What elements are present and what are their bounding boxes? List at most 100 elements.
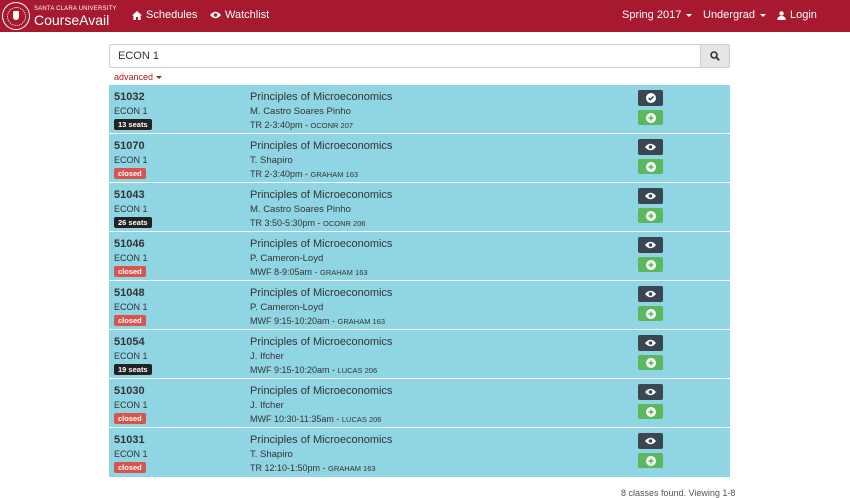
class-location: LUCAS 206	[337, 366, 378, 375]
add-to-schedule-button[interactable]	[638, 355, 663, 370]
class-title: Principles of Microeconomics	[250, 287, 393, 299]
class-time: MWF 10:30-11:35am	[250, 414, 334, 424]
class-course-code: ECON 1	[114, 302, 148, 312]
class-crn: 51032	[114, 91, 145, 103]
search-icon	[710, 51, 720, 61]
advanced-search-toggle[interactable]: advanced	[114, 72, 163, 82]
class-location: OCONR 206	[323, 219, 366, 228]
watch-button[interactable]	[638, 237, 663, 253]
nav-schedules-link[interactable]: Schedules	[132, 9, 197, 21]
term-dropdown[interactable]: Spring 2017	[622, 9, 693, 21]
plus-circle-icon	[645, 308, 656, 319]
level-dropdown[interactable]: Undergrad	[703, 9, 766, 21]
class-course-code: ECON 1	[114, 400, 148, 410]
plus-circle-icon	[645, 357, 656, 368]
nav-schedules-label: Schedules	[146, 9, 198, 21]
class-meeting-time: MWF 10:30-11:35am - LUCAS 206	[250, 414, 382, 424]
class-course-code: ECON 1	[114, 253, 148, 263]
class-meeting-time: TR 2-3:40pm - GRAHAM 163	[250, 169, 359, 179]
add-to-schedule-button[interactable]	[638, 257, 663, 272]
class-meeting-time: MWF 9:15-10:20am - GRAHAM 163	[250, 316, 386, 326]
eye-icon	[645, 143, 656, 151]
eye-icon	[645, 339, 656, 347]
class-crn: 51046	[114, 238, 145, 250]
class-instructor: M. Castro Soares Pinho	[250, 106, 351, 117]
eye-icon	[645, 437, 656, 445]
eye-icon	[645, 290, 656, 298]
class-time: MWF 8-9:05am	[250, 267, 313, 277]
class-location: GRAHAM 163	[337, 317, 386, 326]
brand-logo-link[interactable]: SANTA CLARA UNIVERSITY CourseAvail	[2, 2, 117, 30]
add-to-schedule-button[interactable]	[638, 208, 663, 223]
plus-circle-icon	[645, 406, 656, 417]
search-button[interactable]	[700, 44, 730, 68]
add-to-schedule-button[interactable]	[638, 159, 663, 174]
watch-button[interactable]	[638, 139, 663, 155]
class-course-code: ECON 1	[114, 449, 148, 459]
status-badge: 26 seats	[114, 217, 152, 228]
class-title: Principles of Microeconomics	[250, 238, 393, 250]
class-row: 51054 ECON 1 19 seats Principles of Microec…	[109, 330, 730, 379]
class-title: Principles of Microeconomics	[250, 434, 393, 446]
results-count: 8 classes found. Viewing 1-8	[621, 488, 736, 498]
class-instructor: P. Cameron-Loyd	[250, 302, 324, 313]
class-time: TR 2-3:40pm	[250, 169, 303, 179]
class-title: Principles of Microeconomics	[250, 140, 393, 152]
university-seal-icon	[2, 2, 30, 30]
class-course-code: ECON 1	[114, 204, 148, 214]
navbar: SANTA CLARA UNIVERSITY CourseAvail Sched…	[0, 0, 850, 32]
watch-button[interactable]	[638, 286, 663, 302]
watch-button[interactable]	[638, 90, 663, 106]
class-instructor: M. Castro Soares Pinho	[250, 204, 351, 215]
nav-watchlist-label: Watchlist	[225, 9, 270, 21]
class-time: MWF 9:15-10:20am	[250, 365, 330, 375]
plus-circle-icon	[645, 455, 656, 466]
class-crn: 51031	[114, 434, 145, 446]
results-list: 51032 ECON 1 13 seats Principles of Microec…	[109, 85, 730, 477]
class-location: GRAHAM 163	[328, 464, 376, 473]
class-time: TR 3:50-5:30pm	[250, 218, 316, 228]
login-label: Login	[790, 9, 817, 21]
status-badge: closed	[114, 168, 146, 179]
watch-button[interactable]	[638, 335, 663, 351]
status-badge: 19 seats	[114, 364, 152, 375]
nav-watchlist-link[interactable]: Watchlist	[210, 9, 269, 21]
class-title: Principles of Microeconomics	[250, 189, 393, 201]
class-time: TR 12:10-1:50pm	[250, 463, 321, 473]
status-badge: closed	[114, 266, 146, 277]
class-meeting-time: TR 3:50-5:30pm - OCONR 206	[250, 218, 366, 228]
class-title: Principles of Microeconomics	[250, 385, 393, 397]
class-course-code: ECON 1	[114, 351, 148, 361]
class-instructor: T. Shapiro	[250, 155, 293, 166]
search-input[interactable]	[109, 44, 700, 68]
status-badge: closed	[114, 315, 146, 326]
class-crn: 51043	[114, 189, 145, 201]
watch-button[interactable]	[638, 188, 663, 204]
plus-circle-icon	[645, 161, 656, 172]
class-time: MWF 9:15-10:20am	[250, 316, 330, 326]
brand-app-name: CourseAvail	[34, 12, 110, 28]
chevron-down-icon	[156, 75, 163, 79]
chevron-down-icon	[686, 13, 693, 17]
add-to-schedule-button[interactable]	[638, 306, 663, 321]
add-to-schedule-button[interactable]	[638, 404, 663, 419]
check-circle-icon	[645, 93, 656, 103]
class-location: LUCAS 206	[341, 415, 382, 424]
class-time: TR 2-3:40pm	[250, 120, 303, 130]
eye-icon	[645, 388, 656, 396]
term-dropdown-label: Spring 2017	[622, 9, 682, 21]
add-to-schedule-button[interactable]	[638, 453, 663, 468]
class-row: 51046 ECON 1 closed Principles of Microecon…	[109, 232, 730, 281]
status-badge: closed	[114, 413, 146, 424]
add-to-schedule-button[interactable]	[638, 110, 663, 125]
class-row: 51048 ECON 1 closed Principles of Microecon…	[109, 281, 730, 330]
class-title: Principles of Microeconomics	[250, 336, 393, 348]
plus-circle-icon	[645, 210, 656, 221]
home-icon	[132, 10, 142, 20]
class-instructor: P. Cameron-Loyd	[250, 253, 324, 264]
watch-button[interactable]	[638, 384, 663, 400]
login-link[interactable]: Login	[777, 9, 817, 21]
class-crn: 51070	[114, 140, 145, 152]
class-instructor: T. Shapiro	[250, 449, 293, 460]
watch-button[interactable]	[638, 433, 663, 449]
